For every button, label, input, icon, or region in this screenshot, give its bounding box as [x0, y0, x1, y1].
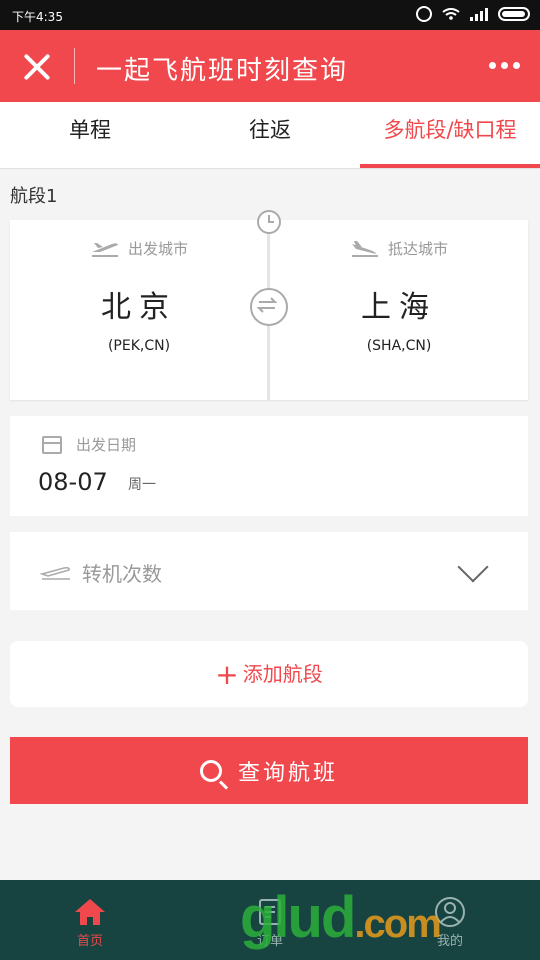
- tab-one-way[interactable]: 单程: [0, 102, 180, 168]
- arrival-city-name: 上海: [361, 290, 437, 325]
- add-segment-button[interactable]: + 添加航段: [10, 641, 528, 707]
- transfer-label-group: 转机次数: [40, 558, 162, 587]
- trip-type-tabs: 单程 往返 多航段/缺口程: [0, 102, 540, 169]
- date-hint-label: 出发日期: [76, 436, 137, 454]
- app-header: 一起飞航班时刻查询: [0, 30, 540, 102]
- wifi-icon: [442, 8, 460, 20]
- watermark-tld: .com: [354, 902, 441, 946]
- departure-city-code: (PEK,CN): [107, 338, 171, 354]
- signal-icon: [470, 7, 488, 21]
- arrival-hint: 抵达城市: [270, 238, 528, 259]
- nav-home[interactable]: 首页: [0, 880, 180, 960]
- date-hint: 出发日期: [42, 434, 136, 455]
- date-value: 08-07: [38, 468, 108, 496]
- date-weekday: 周一: [128, 477, 156, 493]
- alarm-icon: [416, 6, 432, 22]
- close-button[interactable]: [20, 50, 54, 84]
- tab-multi-segment[interactable]: 多航段/缺口程: [360, 102, 540, 168]
- more-dot-icon: [513, 62, 520, 69]
- departure-hint: 出发城市: [10, 238, 268, 259]
- more-dot-icon: [501, 62, 508, 69]
- add-segment-label: 添加航段: [242, 662, 323, 686]
- takeoff-icon: [91, 242, 118, 257]
- departure-city-name: 北京: [101, 290, 177, 325]
- segment-label: 航段1: [10, 186, 58, 207]
- transfer-label: 转机次数: [82, 562, 162, 586]
- transfer-count-select[interactable]: 转机次数: [10, 532, 528, 610]
- departure-hint-label: 出发城市: [127, 240, 188, 258]
- plus-icon: +: [215, 658, 239, 691]
- watermark: glud.com: [240, 884, 442, 951]
- watermark-text: glud: [240, 885, 356, 950]
- arrival-hint-label: 抵达城市: [387, 240, 448, 258]
- landing-icon: [351, 240, 378, 257]
- chevron-down-icon: [457, 551, 489, 583]
- departure-city-selector[interactable]: 出发城市 北京 (PEK,CN): [10, 220, 268, 400]
- page-title: 一起飞航班时刻查询: [96, 56, 349, 86]
- status-bar: 下午4:35: [0, 0, 540, 30]
- nav-home-label: 首页: [76, 934, 103, 949]
- city-selector-card: 出发城市 北京 (PEK,CN) 抵达城市 上海 (SHA,CN): [10, 210, 528, 400]
- search-flights-button[interactable]: 查询航班: [10, 737, 528, 804]
- calendar-icon: [42, 435, 62, 454]
- battery-icon: [498, 7, 530, 21]
- arrival-city-code: (SHA,CN): [366, 338, 432, 354]
- transfer-plane-icon: [40, 566, 70, 580]
- status-icons: [416, 6, 530, 22]
- search-icon: [199, 759, 222, 782]
- tab-round-trip[interactable]: 往返: [180, 102, 360, 168]
- more-options-button[interactable]: [489, 62, 520, 69]
- more-dot-icon: [489, 62, 496, 69]
- departure-date-selector[interactable]: 出发日期 08-07 周一: [10, 416, 528, 516]
- home-icon: [0, 894, 180, 930]
- header-divider: [74, 48, 75, 84]
- status-time: 下午4:35: [12, 10, 63, 24]
- search-flights-label: 查询航班: [237, 760, 338, 786]
- arrival-city-selector[interactable]: 抵达城市 上海 (SHA,CN): [270, 220, 528, 400]
